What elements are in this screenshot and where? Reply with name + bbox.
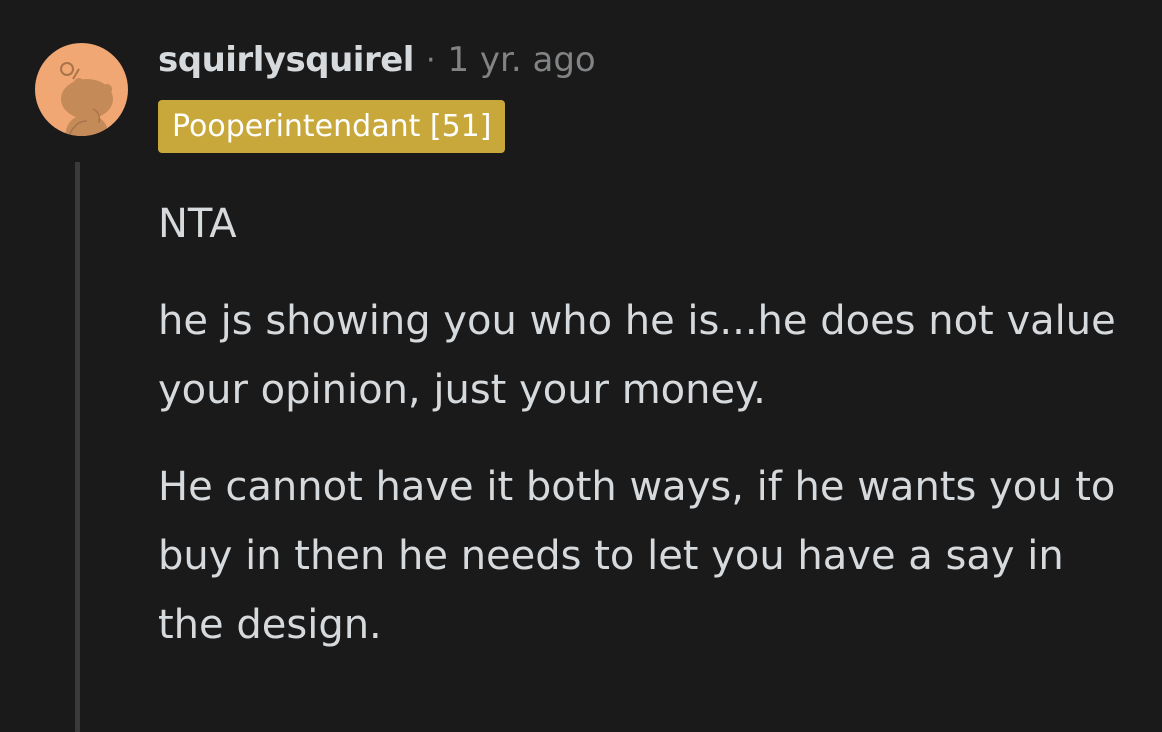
- snoo-avatar-icon: [60, 62, 113, 136]
- comment-body: NTA he js showing you who he is...he doe…: [158, 190, 1138, 688]
- thread-collapse-line[interactable]: [75, 162, 80, 732]
- comment-timestamp[interactable]: 1 yr. ago: [447, 40, 595, 80]
- comment-paragraph: NTA: [158, 201, 237, 247]
- user-avatar[interactable]: [35, 43, 128, 136]
- comment-paragraph: he js showing you who he is...he does no…: [158, 298, 1116, 413]
- author-username[interactable]: squirlysquirel: [158, 40, 414, 80]
- comment: squirlysquirel · 1 yr. ago Pooperintenda…: [0, 0, 1162, 732]
- comment-meta: squirlysquirel · 1 yr. ago: [158, 38, 596, 82]
- comment-paragraph: He cannot have it both ways, if he wants…: [158, 464, 1116, 648]
- user-flair: Pooperintendant [51]: [158, 100, 506, 153]
- meta-separator: ·: [425, 42, 436, 78]
